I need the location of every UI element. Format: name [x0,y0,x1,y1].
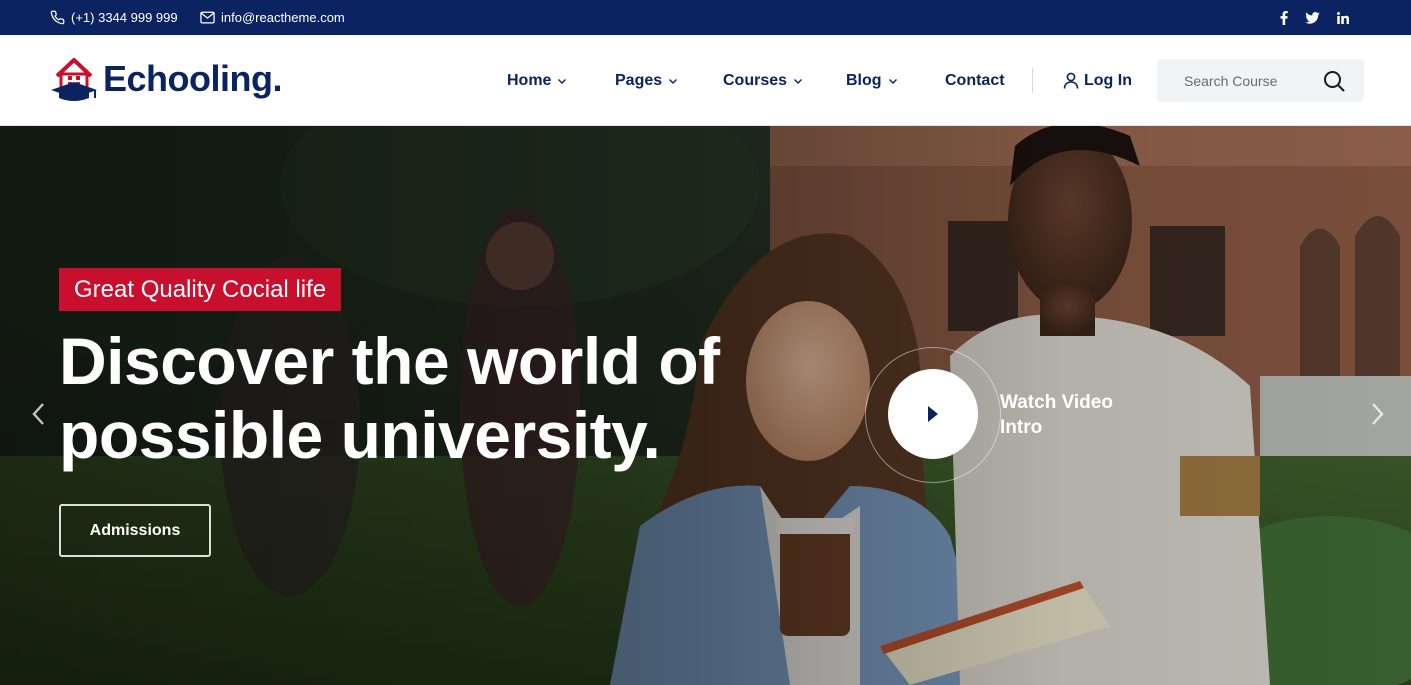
site-header: Echooling. Home Pages Courses Blog Conta… [0,35,1411,126]
play-icon [928,406,938,422]
hero-badge: Great Quality Cocial life [59,268,342,311]
school-logo-icon [51,58,97,101]
logo-wordmark: Echooling. [103,58,283,99]
chevron-right-icon [1372,403,1384,425]
email-contact[interactable]: info@reactheme.com [200,0,345,35]
search-icon[interactable] [1323,70,1345,92]
phone-icon [50,10,65,25]
hero-headline: Discover the world of possible universit… [59,324,779,472]
nav-courses[interactable]: Courses [723,35,803,126]
headline-line-2: possible university. [59,398,661,472]
email-address: info@reactheme.com [221,10,345,25]
search-box [1157,59,1364,102]
hero-slider: Great Quality Cocial life Discover the w… [0,126,1411,685]
login-link[interactable]: Log In [1063,35,1132,126]
user-icon [1063,72,1079,89]
linkedin-icon[interactable] [1337,11,1349,24]
nav-pages[interactable]: Pages [615,35,678,126]
nav-label: Pages [615,71,663,89]
slider-prev-arrow[interactable] [28,399,48,429]
search-input[interactable] [1184,72,1334,89]
nav-divider [1032,68,1033,93]
headline-line-1: Discover the world of [59,324,720,398]
nav-contact[interactable]: Contact [945,35,1005,126]
nav-label: Contact [945,71,1005,89]
nav-label: Blog [846,71,882,89]
login-label: Log In [1084,71,1132,89]
chevron-left-icon [32,403,44,425]
watch-video-label[interactable]: Watch Video Intro [1000,390,1130,440]
nav-label: Courses [723,71,788,89]
phone-number: (+1) 3344 999 999 [71,10,178,25]
twitter-icon[interactable] [1305,11,1320,24]
social-links [1280,0,1349,35]
admissions-button[interactable]: Admissions [59,504,211,557]
nav-blog[interactable]: Blog [846,35,898,126]
chevron-down-icon [888,78,897,84]
chevron-down-icon [558,78,567,84]
facebook-icon[interactable] [1280,10,1288,25]
site-logo[interactable]: Echooling. [49,56,282,102]
nav-home[interactable]: Home [507,35,567,126]
slider-next-arrow[interactable] [1368,399,1388,429]
mail-icon [200,11,215,24]
nav-label: Home [507,71,552,89]
chevron-down-icon [669,78,678,84]
phone-contact[interactable]: (+1) 3344 999 999 [50,0,178,35]
top-bar: (+1) 3344 999 999 info@reactheme.com [0,0,1411,35]
chevron-down-icon [794,78,803,84]
play-video-button[interactable] [888,369,978,459]
